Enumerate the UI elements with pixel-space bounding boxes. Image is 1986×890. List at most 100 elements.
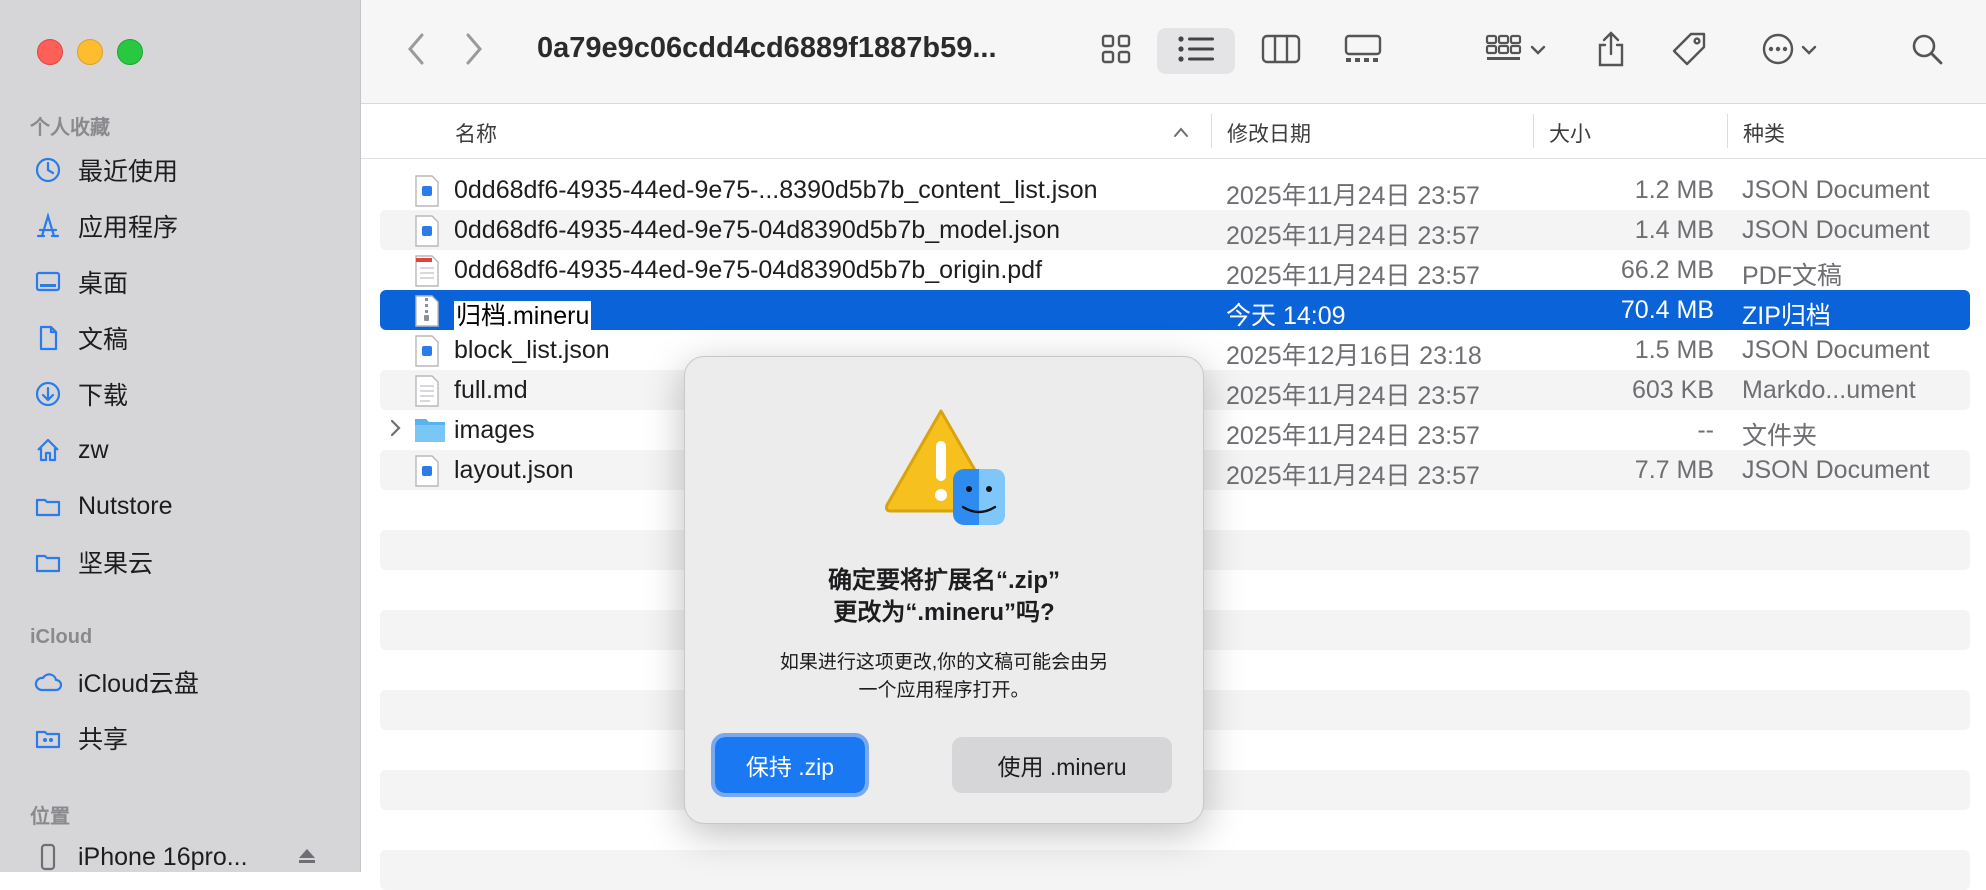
sidebar-item-jianguoyun[interactable]: 坚果云 <box>32 540 342 584</box>
share-button[interactable] <box>1589 28 1633 74</box>
chevron-left-icon <box>406 32 426 71</box>
folder-icon <box>414 415 446 450</box>
eject-icon[interactable] <box>296 845 318 872</box>
sort-ascending-icon <box>1173 120 1189 144</box>
sidebar-item-label: 文稿 <box>78 326 129 354</box>
forward-button[interactable] <box>457 28 491 74</box>
column-headers: 名称 修改日期 大小 种类 <box>361 104 1986 159</box>
grid-icon <box>1100 33 1132 70</box>
file-date: 2025年11月24日 23:57 <box>1226 422 1480 450</box>
locations-section-label: 位置 <box>30 806 70 828</box>
search-icon <box>1910 32 1944 71</box>
clock-icon <box>32 154 64 186</box>
folder-icon <box>32 490 64 522</box>
file-name[interactable]: 归档.mineru <box>454 301 592 331</box>
back-button[interactable] <box>399 28 433 74</box>
file-size: 1.4 MB <box>1634 216 1714 244</box>
document-icon <box>32 322 64 354</box>
download-icon <box>32 378 64 410</box>
sidebar-item-documents[interactable]: 文稿 <box>32 316 342 360</box>
sidebar-item-label: 坚果云 <box>78 550 154 578</box>
sidebar-item-downloads[interactable]: 下载 <box>32 372 342 416</box>
sidebar-item-icloud-drive[interactable]: iCloud云盘 <box>32 660 342 704</box>
json-file-icon <box>414 215 440 254</box>
dialog-title: 确定要将扩展名“.zip” 更改为“.mineru”吗? <box>705 565 1183 629</box>
table-row-selected[interactable]: 归档.mineru 今天 14:09 70.4 MB ZIP归档 <box>380 290 1970 332</box>
favorites-section-label: 个人收藏 <box>30 117 110 139</box>
sidebar-item-recents[interactable]: 最近使用 <box>32 148 342 192</box>
rename-extension-dialog: 确定要将扩展名“.zip” 更改为“.mineru”吗? 如果进行这项更改,你的… <box>684 356 1204 824</box>
file-size: 603 KB <box>1631 376 1714 404</box>
file-name: images <box>454 416 535 444</box>
file-name-edit-field[interactable]: 归档.mineru <box>454 296 592 332</box>
column-divider[interactable] <box>1533 114 1534 148</box>
sidebar-item-label: zw <box>78 435 109 464</box>
sidebar: 个人收藏 最近使用 应用程序 桌面 文稿 下载 zw Nutstore 坚果云 … <box>0 0 361 872</box>
disclosure-triangle-icon[interactable] <box>389 418 401 444</box>
minimize-window-button[interactable] <box>77 39 103 65</box>
sidebar-item-label: 共享 <box>78 726 129 754</box>
gallery-view-button[interactable] <box>1333 28 1393 74</box>
list-icon <box>1177 35 1215 68</box>
file-name: block_list.json <box>454 336 610 364</box>
sidebar-item-label: Nutstore <box>78 491 173 520</box>
column-header-name[interactable]: 名称 <box>455 118 497 148</box>
file-date: 今天 14:09 <box>1226 302 1346 330</box>
file-name: layout.json <box>454 456 574 484</box>
sidebar-item-home[interactable]: zw <box>32 428 342 472</box>
more-actions-button[interactable] <box>1749 28 1829 74</box>
zoom-window-button[interactable] <box>117 39 143 65</box>
sidebar-item-nutstore[interactable]: Nutstore <box>32 484 342 528</box>
zip-file-icon <box>414 295 440 334</box>
pdf-file-icon <box>414 255 440 294</box>
sidebar-item-desktop[interactable]: 桌面 <box>32 260 342 304</box>
gallery-icon <box>1343 33 1383 70</box>
table-row[interactable]: 0dd68df6-4935-44ed-9e75-...8390d5b7b_con… <box>380 170 1970 210</box>
table-row[interactable]: 0dd68df6-4935-44ed-9e75-04d8390d5b7b_mod… <box>380 210 1970 250</box>
column-divider[interactable] <box>1727 114 1728 148</box>
file-kind: 文件夹 <box>1742 422 1818 450</box>
icon-view-button[interactable] <box>1091 28 1141 74</box>
sidebar-item-applications[interactable]: 应用程序 <box>32 204 342 248</box>
json-file-icon <box>414 175 440 214</box>
tags-button[interactable] <box>1667 28 1713 74</box>
dialog-title-line: 更改为“.mineru”吗? <box>833 599 1055 626</box>
file-kind: Markdo...ument <box>1742 376 1916 404</box>
sidebar-item-label: 桌面 <box>78 270 129 298</box>
chevron-down-icon <box>1530 42 1546 60</box>
group-icon <box>1484 33 1524 70</box>
toolbar: 0a79e9c06cdd4cd6889f1887b59... <box>361 0 1986 104</box>
column-header-size[interactable]: 大小 <box>1549 118 1591 148</box>
home-icon <box>32 434 64 466</box>
use-mineru-button[interactable]: 使用 .mineru <box>952 737 1172 793</box>
file-kind: ZIP归档 <box>1742 302 1831 330</box>
file-kind: JSON Document <box>1742 336 1930 364</box>
file-date: 2025年11月24日 23:57 <box>1226 262 1480 290</box>
list-view-button[interactable] <box>1157 28 1235 74</box>
sidebar-item-shared[interactable]: 共享 <box>32 716 342 760</box>
share-icon <box>1596 30 1626 73</box>
ellipsis-icon <box>1761 32 1795 71</box>
file-date: 2025年11月24日 23:57 <box>1226 382 1480 410</box>
table-row[interactable]: 0dd68df6-4935-44ed-9e75-04d8390d5b7b_ori… <box>380 250 1970 290</box>
column-divider[interactable] <box>1211 114 1212 148</box>
column-header-kind[interactable]: 种类 <box>1743 118 1785 148</box>
shared-folder-icon <box>32 722 64 754</box>
close-window-button[interactable] <box>37 39 63 65</box>
window-title: 0a79e9c06cdd4cd6889f1887b59... <box>537 32 997 64</box>
group-by-button[interactable] <box>1477 28 1553 74</box>
file-size: 66.2 MB <box>1620 256 1714 284</box>
column-view-button[interactable] <box>1251 28 1311 74</box>
dialog-title-line: 确定要将扩展名“.zip” <box>828 567 1060 594</box>
sidebar-item-label: 最近使用 <box>78 158 179 186</box>
sidebar-item-iphone[interactable]: iPhone 16pro... <box>32 835 342 879</box>
keep-zip-button[interactable]: 保持 .zip <box>711 733 869 797</box>
column-header-date[interactable]: 修改日期 <box>1227 118 1311 148</box>
markdown-file-icon <box>414 375 440 414</box>
file-kind: PDF文稿 <box>1742 262 1843 290</box>
chevron-down-icon <box>1801 42 1817 60</box>
file-kind: JSON Document <box>1742 176 1930 204</box>
file-date: 2025年11月24日 23:57 <box>1226 222 1480 250</box>
file-size: -- <box>1697 416 1714 444</box>
search-button[interactable] <box>1905 28 1949 74</box>
